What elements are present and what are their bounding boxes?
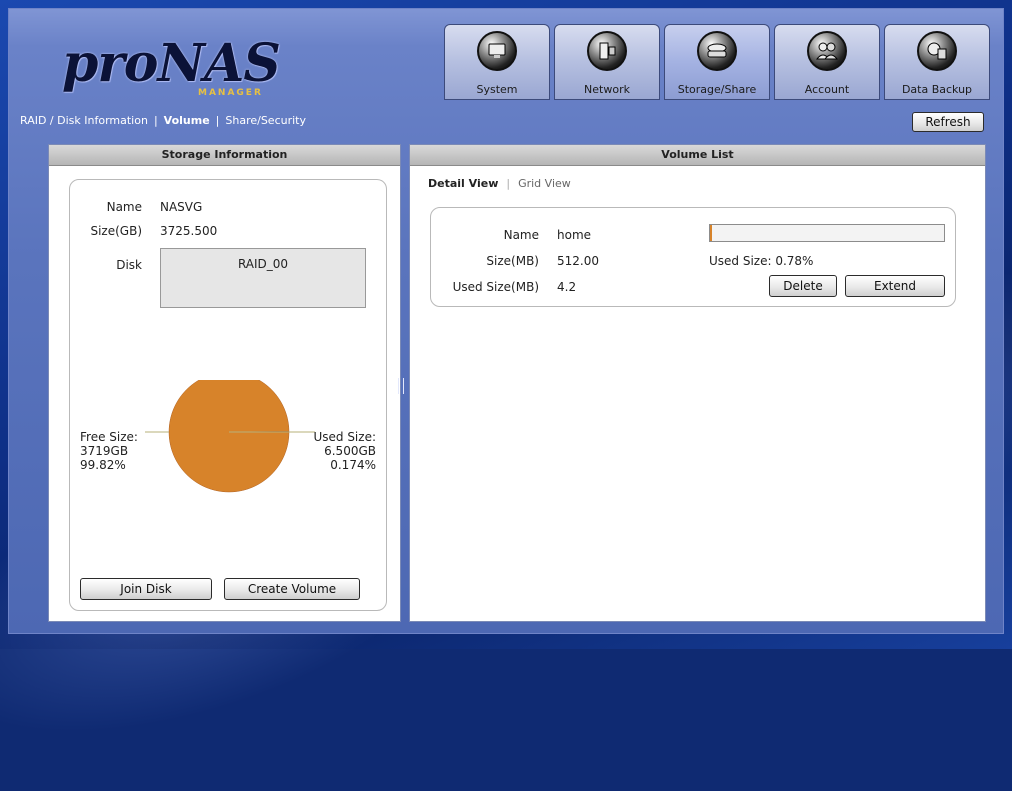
storage-pie-chart <box>145 380 315 493</box>
nav-tab-network[interactable]: Network <box>554 24 660 100</box>
volume-name-value: home <box>557 228 592 242</box>
subnav-separator: | <box>153 114 158 127</box>
legend-free-title: Free Size: <box>80 430 138 444</box>
volume-used-percent: Used Size: 0.78% <box>709 254 814 268</box>
nav-tab-data-backup[interactable]: Data Backup <box>884 24 990 100</box>
tab-detail-view[interactable]: Detail View <box>428 177 498 190</box>
disk-list[interactable]: RAID_00 <box>160 248 366 308</box>
extend-volume-button[interactable]: Extend <box>845 275 945 297</box>
create-volume-button[interactable]: Create Volume <box>224 578 360 600</box>
volume-size-label: Size(MB) <box>486 254 539 268</box>
free-size-legend: Free Size: 3719GB 99.82% <box>80 430 138 472</box>
size-value: 3725.500 <box>160 224 218 238</box>
nav-label: System <box>476 83 518 96</box>
volume-card: Name home Size(MB) 512.00 Used Size(MB) … <box>430 207 956 307</box>
disk-list-item[interactable]: RAID_00 <box>161 257 365 271</box>
view-tabs: Detail View | Grid View <box>428 177 571 190</box>
legend-free-percent: 99.82% <box>80 458 126 472</box>
volume-size-value: 512.00 <box>557 254 599 268</box>
nav-label: Data Backup <box>901 83 973 96</box>
users-icon <box>807 31 847 71</box>
subnav-separator: | <box>215 114 220 127</box>
nav-label: Network <box>584 83 630 96</box>
nav-label: Storage/Share <box>677 83 757 96</box>
disk-label: Disk <box>116 258 142 272</box>
panel-title: Storage Information <box>49 145 400 166</box>
legend-used-size: 6.500GB <box>324 444 376 458</box>
nav-tab-storage-share[interactable]: Storage/Share <box>664 24 770 100</box>
delete-volume-button[interactable]: Delete <box>769 275 837 297</box>
volume-list-panel: Volume List Detail View | Grid View Name h… <box>409 144 986 622</box>
storage-details-box: Name NASVG Size(GB) 3725.500 Disk RAID_0… <box>69 179 387 611</box>
legend-free-size: 3719GB <box>80 444 129 458</box>
tab-separator: | <box>506 177 511 190</box>
volume-name-label: Name <box>503 228 539 242</box>
volume-usage-bar <box>709 224 945 242</box>
volume-used-value: 4.2 <box>557 280 577 294</box>
name-value: NASVG <box>160 200 203 214</box>
nav-label: Account <box>804 83 850 96</box>
subnav-volume[interactable]: Volume <box>164 114 210 127</box>
nav-tab-system[interactable]: System <box>444 24 550 100</box>
pie-slice-free-size <box>168 380 290 493</box>
logo: proNAS MANAGER <box>62 33 281 99</box>
monitor-icon <box>477 31 517 71</box>
name-label: Name <box>106 200 142 214</box>
backup-icon <box>917 31 957 71</box>
panel-title: Volume List <box>410 145 985 166</box>
storage-information-panel: Storage Information Name NASVG Size(GB) … <box>48 144 401 622</box>
logo-text: proNAS <box>62 33 281 94</box>
size-label: Size(GB) <box>90 224 142 238</box>
refresh-button[interactable]: Refresh <box>912 112 984 132</box>
nav-tab-account[interactable]: Account <box>774 24 880 100</box>
tab-grid-view[interactable]: Grid View <box>518 177 571 190</box>
legend-used-percent: 0.174% <box>330 458 376 472</box>
subnav-raid-disk-information[interactable]: RAID / Disk Information <box>20 114 148 127</box>
legend-used-title: Used Size: <box>313 430 376 444</box>
logo-subtitle: MANAGER <box>198 88 263 98</box>
storage-icon <box>697 31 737 71</box>
used-size-legend: Used Size: 6.500GB 0.174% <box>306 430 376 472</box>
join-disk-button[interactable]: Join Disk <box>80 578 212 600</box>
network-icon <box>587 31 627 71</box>
volume-used-label: Used Size(MB) <box>452 280 539 294</box>
sub-navigation: RAID / Disk Information | Volume | Share/Sec… <box>20 110 306 132</box>
subnav-share-security[interactable]: Share/Security <box>225 114 306 127</box>
volume-usage-fill <box>710 225 712 241</box>
panel-splitter-handle[interactable] <box>398 378 404 394</box>
